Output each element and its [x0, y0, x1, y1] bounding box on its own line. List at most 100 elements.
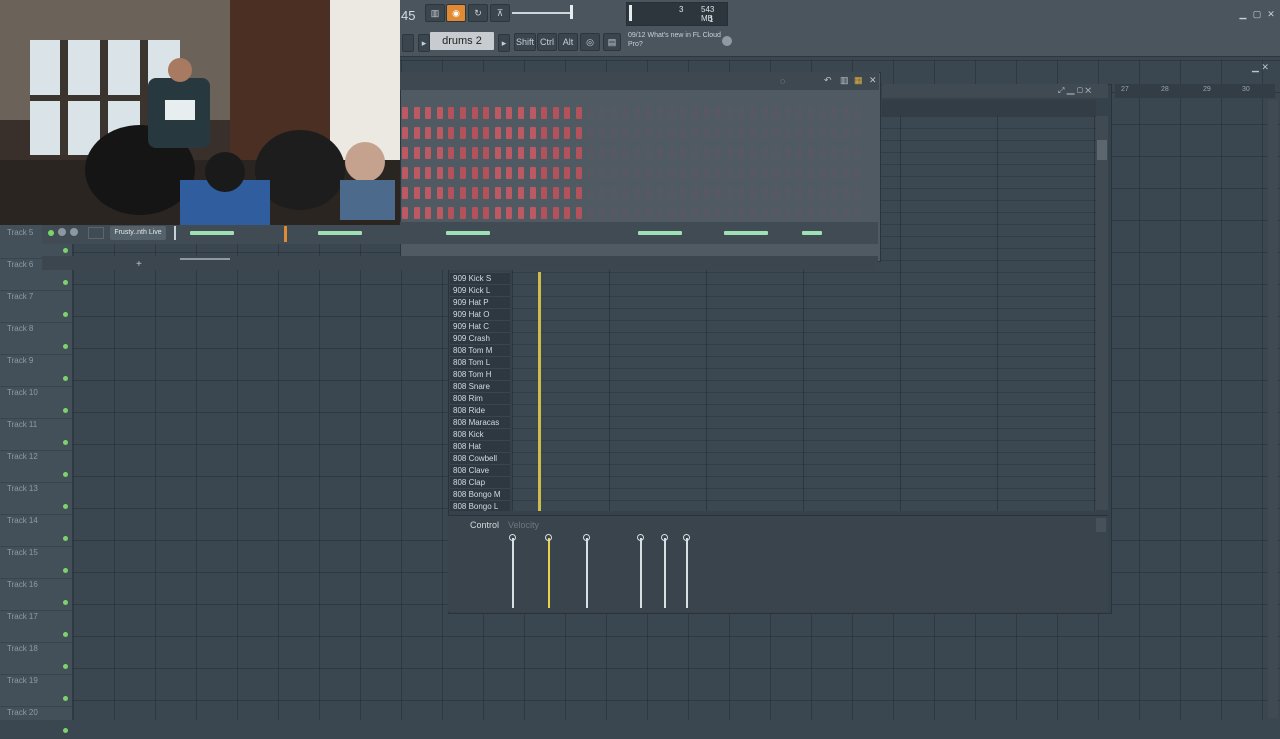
- step-button[interactable]: [692, 207, 698, 219]
- step-button[interactable]: [494, 207, 501, 219]
- track-header[interactable]: Track 12: [0, 450, 72, 483]
- step-button[interactable]: [726, 207, 733, 219]
- step-button[interactable]: [622, 127, 629, 139]
- step-button[interactable]: [831, 127, 838, 139]
- step-button[interactable]: [529, 207, 536, 219]
- control-dropdown[interactable]: Control: [470, 520, 499, 530]
- step-button[interactable]: [819, 107, 826, 119]
- step-button[interactable]: [750, 107, 756, 119]
- channel-pan-knob[interactable]: [58, 228, 66, 236]
- step-button[interactable]: [703, 207, 710, 219]
- step-button[interactable]: [645, 167, 652, 179]
- piano-key-label[interactable]: 808 Tom L: [453, 358, 490, 367]
- step-button[interactable]: [842, 187, 849, 199]
- step-button[interactable]: [471, 127, 478, 139]
- step-button[interactable]: [819, 167, 826, 179]
- step-button[interactable]: [750, 187, 756, 199]
- step-button[interactable]: [680, 107, 687, 119]
- piano-key-label[interactable]: 909 Hat O: [453, 310, 489, 319]
- step-button[interactable]: [796, 107, 803, 119]
- ctrl-key-button[interactable]: Ctrl: [537, 33, 557, 51]
- step-button[interactable]: [634, 187, 640, 199]
- step-button[interactable]: [761, 167, 768, 179]
- step-button[interactable]: [726, 187, 733, 199]
- pattern-clip[interactable]: [802, 231, 822, 235]
- pattern-clip[interactable]: [318, 231, 362, 235]
- track-mute-led[interactable]: [63, 344, 68, 349]
- step-button[interactable]: [564, 207, 571, 219]
- step-button[interactable]: [494, 187, 501, 199]
- step-button[interactable]: [529, 127, 536, 139]
- add-channel-icon[interactable]: +: [136, 259, 142, 270]
- step-button[interactable]: [842, 167, 849, 179]
- step-button[interactable]: [448, 207, 455, 219]
- step-button[interactable]: [842, 147, 849, 159]
- track-mute-led[interactable]: [63, 440, 68, 445]
- step-button[interactable]: [552, 107, 559, 119]
- velocity-handle[interactable]: [545, 534, 552, 541]
- step-button[interactable]: [587, 207, 594, 219]
- piano-roll-ruler[interactable]: 5 6: [882, 100, 1096, 123]
- step-button[interactable]: [622, 167, 629, 179]
- playlist-window-controls[interactable]: ▁ ✕: [1252, 62, 1276, 72]
- step-button[interactable]: [413, 127, 420, 139]
- step-button[interactable]: [564, 187, 571, 199]
- velocity-bar[interactable]: [512, 538, 514, 608]
- step-button[interactable]: [494, 147, 501, 159]
- pattern-clip[interactable]: [638, 231, 682, 235]
- step-button[interactable]: [668, 107, 675, 119]
- step-button[interactable]: [402, 127, 408, 139]
- step-button[interactable]: [831, 167, 838, 179]
- step-button[interactable]: [413, 107, 420, 119]
- step-button[interactable]: [634, 167, 640, 179]
- step-button[interactable]: [668, 127, 675, 139]
- step-button[interactable]: [552, 147, 559, 159]
- step-button[interactable]: [773, 147, 780, 159]
- pattern-clip[interactable]: [446, 231, 490, 235]
- step-button[interactable]: [726, 127, 733, 139]
- piano-roll-toggle-icon[interactable]: ▦: [854, 75, 863, 86]
- step-button[interactable]: [610, 187, 617, 199]
- step-button[interactable]: [448, 127, 455, 139]
- step-button[interactable]: [610, 207, 617, 219]
- step-button[interactable]: [738, 107, 745, 119]
- piano-key-label[interactable]: 808 Hat: [453, 442, 481, 451]
- step-button[interactable]: [471, 187, 478, 199]
- step-button[interactable]: [680, 167, 687, 179]
- step-button[interactable]: [529, 107, 536, 119]
- step-button[interactable]: [680, 147, 687, 159]
- step-button[interactable]: [413, 187, 420, 199]
- step-button[interactable]: [402, 207, 408, 219]
- step-button[interactable]: [819, 187, 826, 199]
- step-button[interactable]: [738, 207, 745, 219]
- track-header[interactable]: Track 9: [0, 354, 72, 387]
- step-button[interactable]: [413, 147, 420, 159]
- piano-key-label[interactable]: 909 Kick L: [453, 286, 490, 295]
- step-button[interactable]: [448, 147, 455, 159]
- step-button[interactable]: [552, 127, 559, 139]
- step-button[interactable]: [460, 107, 466, 119]
- step-button[interactable]: [460, 207, 466, 219]
- step-button[interactable]: [599, 167, 606, 179]
- step-button[interactable]: [819, 127, 826, 139]
- step-button[interactable]: [518, 187, 524, 199]
- track-mute-led[interactable]: [63, 632, 68, 637]
- step-button[interactable]: [436, 147, 443, 159]
- step-button[interactable]: [842, 127, 849, 139]
- step-button[interactable]: [784, 167, 791, 179]
- velocity-bar[interactable]: [548, 538, 550, 608]
- step-button[interactable]: [436, 167, 443, 179]
- step-button[interactable]: [599, 207, 606, 219]
- news-panel[interactable]: 09/12 What's new in FL Cloud Pro?: [628, 31, 728, 49]
- step-button[interactable]: [471, 167, 478, 179]
- rack-options-icon[interactable]: ◌: [780, 76, 785, 86]
- step-button[interactable]: [425, 187, 432, 199]
- step-record-button[interactable]: ◉: [446, 4, 466, 22]
- step-button[interactable]: [460, 187, 466, 199]
- piano-key-label[interactable]: 808 Bongo L: [453, 502, 498, 511]
- velocity-bar[interactable]: [686, 538, 688, 608]
- step-button[interactable]: [773, 187, 780, 199]
- step-button[interactable]: [587, 167, 594, 179]
- step-button[interactable]: [425, 127, 432, 139]
- step-button[interactable]: [854, 207, 861, 219]
